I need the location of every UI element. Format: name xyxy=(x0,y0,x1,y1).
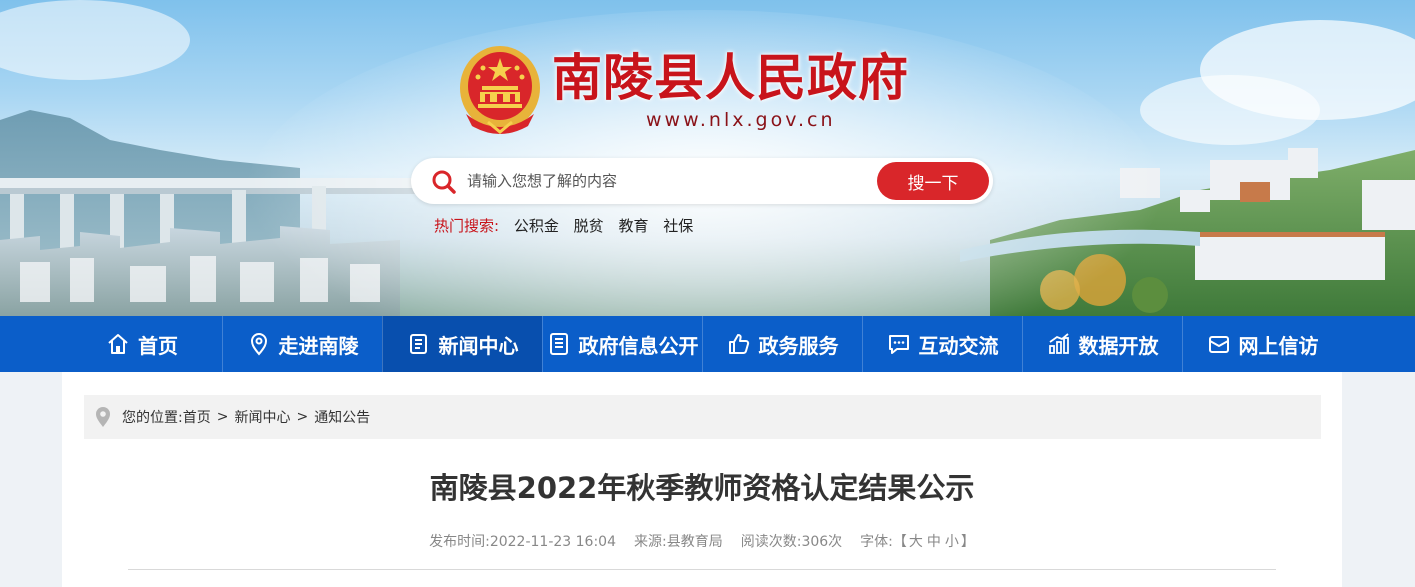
main-nav: 首页 走进南陵 新闻中心 政府信息公开 政务服务 互动交流 数据开放 网上信访 xyxy=(0,316,1415,372)
breadcrumb-separator: > xyxy=(296,409,309,425)
nav-item-label: 首页 xyxy=(138,333,178,358)
thumbs-up-icon xyxy=(728,334,749,354)
font-size-small[interactable]: 小 xyxy=(945,534,959,550)
nav-item-label: 新闻中心 xyxy=(438,333,519,358)
nav-item-about[interactable]: 走进南陵 xyxy=(222,316,382,372)
hot-search-item[interactable]: 教育 xyxy=(618,217,648,235)
breadcrumb-prefix: 您的位置: xyxy=(122,410,183,426)
nav-item-home[interactable]: 首页 xyxy=(62,316,222,372)
info-document-icon xyxy=(549,333,568,355)
home-icon xyxy=(108,334,128,354)
news-document-icon xyxy=(409,334,427,354)
national-emblem-icon xyxy=(460,46,540,134)
nav-item-info-disclosure[interactable]: 政府信息公开 xyxy=(542,316,702,372)
font-size-large[interactable]: 大 xyxy=(909,534,923,550)
search-icon[interactable] xyxy=(431,169,457,195)
mail-icon xyxy=(1208,336,1229,353)
publish-time-label: 发布时间: xyxy=(429,534,490,550)
views-label: 阅读次数: xyxy=(740,534,802,550)
search-bar: 搜一下 xyxy=(411,158,993,204)
bar-chart-icon xyxy=(1048,333,1069,354)
source: 县教育局 xyxy=(666,534,723,550)
site-title: 南陵县人民政府 xyxy=(552,48,909,107)
nav-item-label: 互动交流 xyxy=(918,333,999,358)
nav-item-label: 网上信访 xyxy=(1238,333,1319,358)
font-bracket-open: 【 xyxy=(892,534,907,550)
breadcrumb-link-home[interactable]: 首页 xyxy=(183,407,211,427)
nav-item-petition[interactable]: 网上信访 xyxy=(1182,316,1342,372)
hot-search-item[interactable]: 社保 xyxy=(663,217,693,235)
nav-item-label: 数据开放 xyxy=(1078,333,1159,358)
hot-search-label: 热门搜索: xyxy=(434,217,500,235)
breadcrumb-link-notices[interactable]: 通知公告 xyxy=(314,407,370,427)
source-label: 来源: xyxy=(634,534,667,550)
nav-item-label: 政务服务 xyxy=(758,333,839,358)
nav-item-services[interactable]: 政务服务 xyxy=(702,316,862,372)
nav-item-label: 政府信息公开 xyxy=(578,333,699,358)
hot-search-item[interactable]: 脱贫 xyxy=(574,217,604,235)
hot-search-item[interactable]: 公积金 xyxy=(514,217,559,235)
publish-time: 2022-11-23 16:04 xyxy=(489,534,616,550)
location-pin-icon xyxy=(250,333,267,356)
article-title: 南陵县2022年秋季教师资格认定结果公示 xyxy=(429,471,975,505)
site-url: www.nlx.gov.cn xyxy=(646,109,836,131)
nav-item-interaction[interactable]: 互动交流 xyxy=(862,316,1022,372)
breadcrumb-link-news[interactable]: 新闻中心 xyxy=(234,407,290,427)
font-bracket-close: 】 xyxy=(960,534,975,550)
hot-search-bar: 热门搜索: 公积金 脱贫 教育 社保 xyxy=(434,214,693,238)
nav-item-label: 走进南陵 xyxy=(278,333,359,358)
breadcrumb: 您的位置: 首页 > 新闻中心 > 通知公告 xyxy=(84,395,1321,439)
header-banner: 南陵县人民政府 www.nlx.gov.cn 搜一下 热门搜索: 公积金 脱贫 … xyxy=(0,0,1415,316)
article-meta: 发布时间:2022-11-23 16:04 来源:县教育局 阅读次数:306次 字体:… xyxy=(62,530,1342,554)
divider xyxy=(128,569,1276,570)
font-size-medium[interactable]: 中 xyxy=(927,534,941,550)
font-size-label: 字体: xyxy=(860,534,893,550)
nav-item-open-data[interactable]: 数据开放 xyxy=(1022,316,1182,372)
article-container: 您的位置: 首页 > 新闻中心 > 通知公告 南陵县2022年秋季教师资格认定结… xyxy=(62,372,1342,587)
search-input[interactable] xyxy=(467,166,867,196)
views-count: 306次 xyxy=(801,534,843,550)
nav-item-news[interactable]: 新闻中心 xyxy=(382,316,542,372)
location-pin-icon xyxy=(96,407,110,427)
search-button[interactable]: 搜一下 xyxy=(877,162,989,200)
breadcrumb-separator: > xyxy=(216,409,229,425)
chat-bubble-icon xyxy=(888,335,909,354)
